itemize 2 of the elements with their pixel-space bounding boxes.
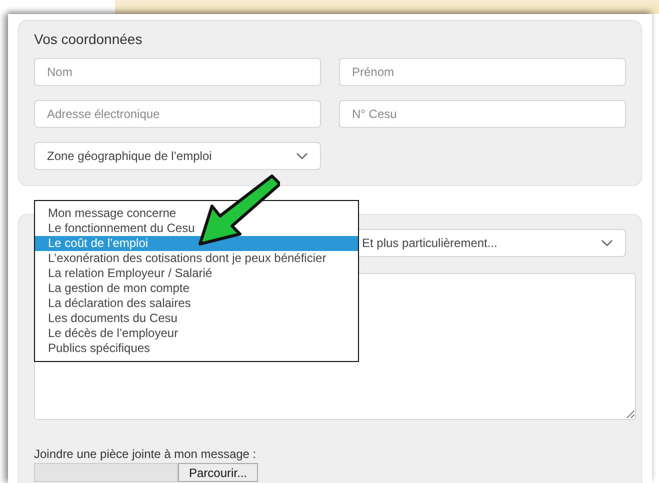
section-title: Vos coordonnées bbox=[34, 31, 144, 47]
attachment-label: Joindre une pièce jointe à mon message : bbox=[34, 447, 258, 461]
